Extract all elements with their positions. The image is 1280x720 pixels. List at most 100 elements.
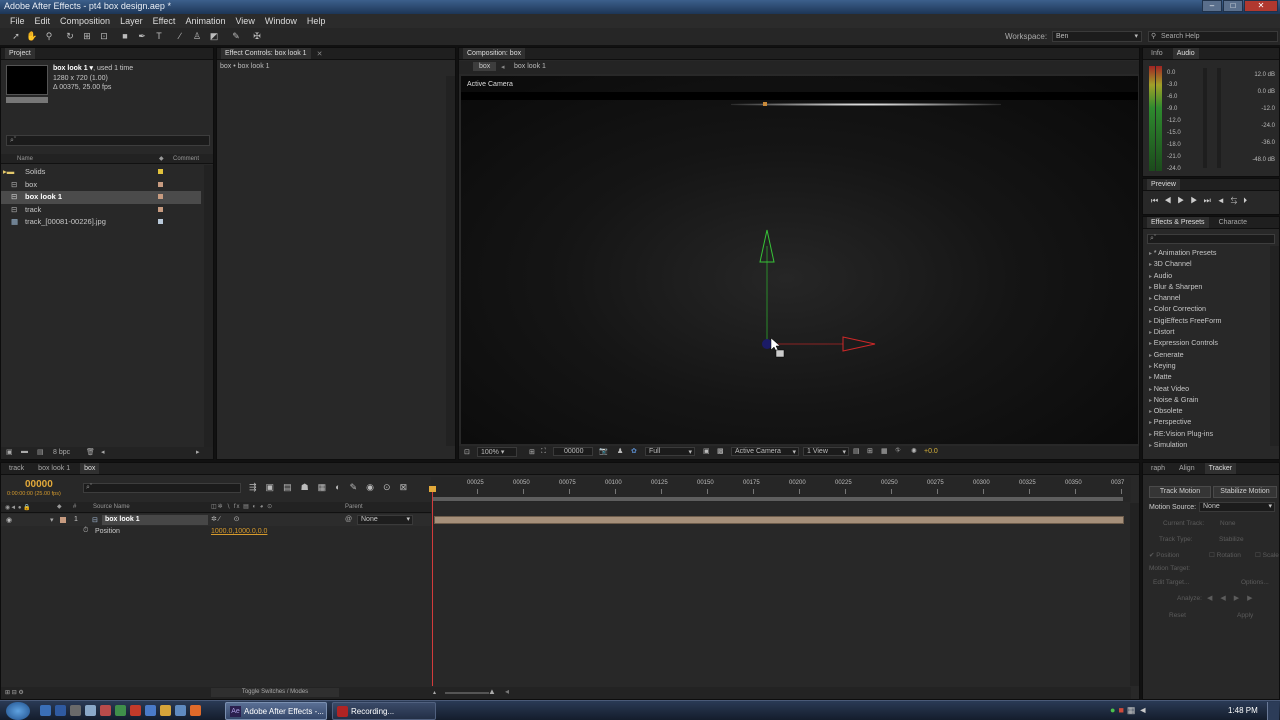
list-item[interactable]: DigiEffects FreeForm	[1145, 315, 1269, 326]
app-icon[interactable]	[70, 705, 81, 716]
rectangle-tool-icon[interactable]: ■	[119, 31, 131, 42]
magnifier-icon[interactable]: ⊡	[464, 448, 470, 456]
list-item[interactable]: Keying	[1145, 360, 1269, 371]
effects-scrollbar[interactable]	[1270, 246, 1279, 446]
mask-visibility-icon[interactable]: ⛶	[541, 448, 546, 456]
new-composition-icon[interactable]: ▤	[37, 448, 44, 456]
tray-icon[interactable]: ■	[1118, 705, 1126, 715]
list-item[interactable]: Generate	[1145, 349, 1269, 360]
pen-tool-icon[interactable]: ✒	[136, 31, 148, 42]
menu-view[interactable]: View	[230, 16, 259, 26]
project-scrollbar[interactable]	[204, 165, 213, 450]
menu-layer[interactable]: Layer	[115, 16, 148, 26]
mute-icon[interactable]: ◄	[1217, 196, 1231, 205]
list-item[interactable]: Expression Controls	[1145, 337, 1269, 348]
current-time-field[interactable]: 00000	[553, 447, 593, 456]
start-button[interactable]	[6, 702, 30, 720]
draft-3d-icon[interactable]: ▤	[283, 482, 301, 492]
app-icon[interactable]	[130, 705, 141, 716]
tab-align[interactable]: Align	[1175, 463, 1199, 474]
parent-select[interactable]: None ▾	[357, 515, 413, 525]
label-color-chip[interactable]	[60, 517, 66, 523]
list-item[interactable]: 3D Channel	[1145, 258, 1269, 269]
fast-previews-icon[interactable]: ⊞	[867, 447, 873, 455]
list-item[interactable]: ⊟ box	[1, 179, 201, 192]
av-features-icon[interactable]: ◉◄ ● 🔒	[5, 504, 31, 511]
list-item[interactable]: ⊟ box look 1	[1, 191, 201, 204]
tab-tracker[interactable]: Tracker	[1204, 463, 1237, 474]
graph-curve-icon[interactable]: ⊠	[400, 482, 417, 492]
list-item[interactable]: Channel	[1145, 292, 1269, 303]
tab-audio[interactable]: Audio	[1172, 48, 1199, 59]
comp-nav-box-look[interactable]: box look 1	[514, 63, 546, 70]
hand-tool-icon[interactable]: ✋	[26, 31, 38, 42]
playhead-handle-icon[interactable]	[429, 486, 436, 492]
last-frame-icon[interactable]: ⏭	[1204, 196, 1217, 205]
app-icon[interactable]	[190, 705, 201, 716]
list-item[interactable]: Color Correction	[1145, 303, 1269, 314]
app-icon[interactable]	[115, 705, 126, 716]
rotate-tool-icon[interactable]: ↻	[64, 31, 76, 42]
column-parent[interactable]: Parent	[345, 504, 363, 510]
composition-viewer[interactable]: Active Camera	[461, 76, 1138, 444]
3d-axis-gizmo[interactable]	[751, 226, 881, 366]
tab-composition[interactable]: Composition: box	[463, 48, 526, 59]
previous-frame-icon[interactable]: ◀	[1164, 196, 1177, 205]
auto-keyframe-icon[interactable]: ◉	[366, 482, 383, 492]
eraser-tool-icon[interactable]: ◩	[208, 31, 220, 42]
app-icon[interactable]	[85, 705, 96, 716]
audio-slider-right[interactable]	[1217, 68, 1221, 168]
flowchart-icon[interactable]: ⛗	[895, 447, 901, 455]
trash-icon[interactable]: 🗑	[86, 448, 95, 456]
list-item[interactable]: ⊟ track	[1, 204, 201, 217]
layer-row[interactable]: ◉ ▾ 1 ⊟ box look 1 ✲ ∕ ⊙ @ None ▾	[1, 514, 431, 526]
pan-behind-tool-icon[interactable]: ⊡	[98, 31, 110, 42]
safe-margins-icon[interactable]: ⊞	[529, 448, 535, 456]
color-depth-label[interactable]: 8 bpc	[53, 449, 70, 456]
list-item[interactable]: ▦ track_[00081-00226].jpg	[1, 216, 201, 229]
app-icon[interactable]	[160, 705, 171, 716]
show-desktop-button[interactable]	[1267, 702, 1279, 720]
list-item[interactable]: Perspective	[1145, 416, 1269, 427]
live-update-icon[interactable]: ▣	[266, 482, 284, 492]
position-value[interactable]: 1000.0,1000.0,0.0	[211, 528, 267, 535]
menu-help[interactable]: Help	[302, 16, 331, 26]
track-motion-button[interactable]: Track Motion	[1149, 486, 1211, 498]
clone-stamp-tool-icon[interactable]: ♙	[191, 31, 203, 42]
list-item[interactable]: Distort	[1145, 326, 1269, 337]
app-icon[interactable]	[175, 705, 186, 716]
camera-orbit-tool-icon[interactable]: ⊞	[81, 31, 93, 42]
new-folder-icon[interactable]: ▬	[21, 448, 28, 455]
layer-switches-header-icon[interactable]: ◫✲ ∖ fx ▤ ◐ ◕ ⊙	[211, 503, 273, 510]
tab-track[interactable]: track	[5, 463, 28, 474]
hide-shy-layers-icon[interactable]: ☗	[301, 482, 318, 492]
list-item[interactable]: ▸▬ Solids	[1, 166, 201, 179]
zoom-in-icon[interactable]: ▲	[488, 687, 496, 696]
stopwatch-icon[interactable]: ⏱	[83, 527, 88, 535]
exposure-icon[interactable]: ✺	[911, 447, 917, 455]
timeline-timecode[interactable]: 00000	[25, 479, 53, 490]
tab-project[interactable]: Project	[5, 48, 35, 59]
collapse-arrow-icon[interactable]: ▾	[50, 516, 54, 524]
label-column-icon[interactable]: ◆	[159, 155, 164, 162]
ram-preview-icon[interactable]: ⏵	[1243, 196, 1253, 205]
comp-nav-box[interactable]: box	[473, 62, 497, 71]
menu-edit[interactable]: Edit	[30, 16, 56, 26]
view-layout-select[interactable]: 1 View ▾	[803, 447, 849, 456]
tab-preview[interactable]: Preview	[1147, 179, 1180, 190]
project-search-input[interactable]: ⌕ˇ	[6, 135, 210, 146]
roto-brush-tool-icon[interactable]: ✎	[230, 31, 242, 42]
scroll-left-icon[interactable]: ◂	[101, 448, 105, 456]
expand-layer-switches-icon[interactable]: ⊞ ⊟ ⚙	[5, 689, 24, 696]
list-item[interactable]: Blur & Sharpen	[1145, 281, 1269, 292]
work-area-bar[interactable]	[433, 497, 1123, 501]
search-help-input[interactable]: ⚲ Search Help	[1148, 31, 1278, 42]
show-snapshot-icon[interactable]: ♟	[617, 447, 623, 455]
play-icon[interactable]: ▶	[1177, 196, 1190, 205]
snapshot-icon[interactable]: 📷	[599, 447, 608, 455]
menu-composition[interactable]: Composition	[55, 16, 115, 26]
layer-name[interactable]: box look 1	[102, 515, 208, 525]
list-item[interactable]: Simulation	[1145, 439, 1269, 450]
tab-box[interactable]: box	[80, 463, 100, 474]
audio-slider-left[interactable]	[1203, 68, 1207, 168]
